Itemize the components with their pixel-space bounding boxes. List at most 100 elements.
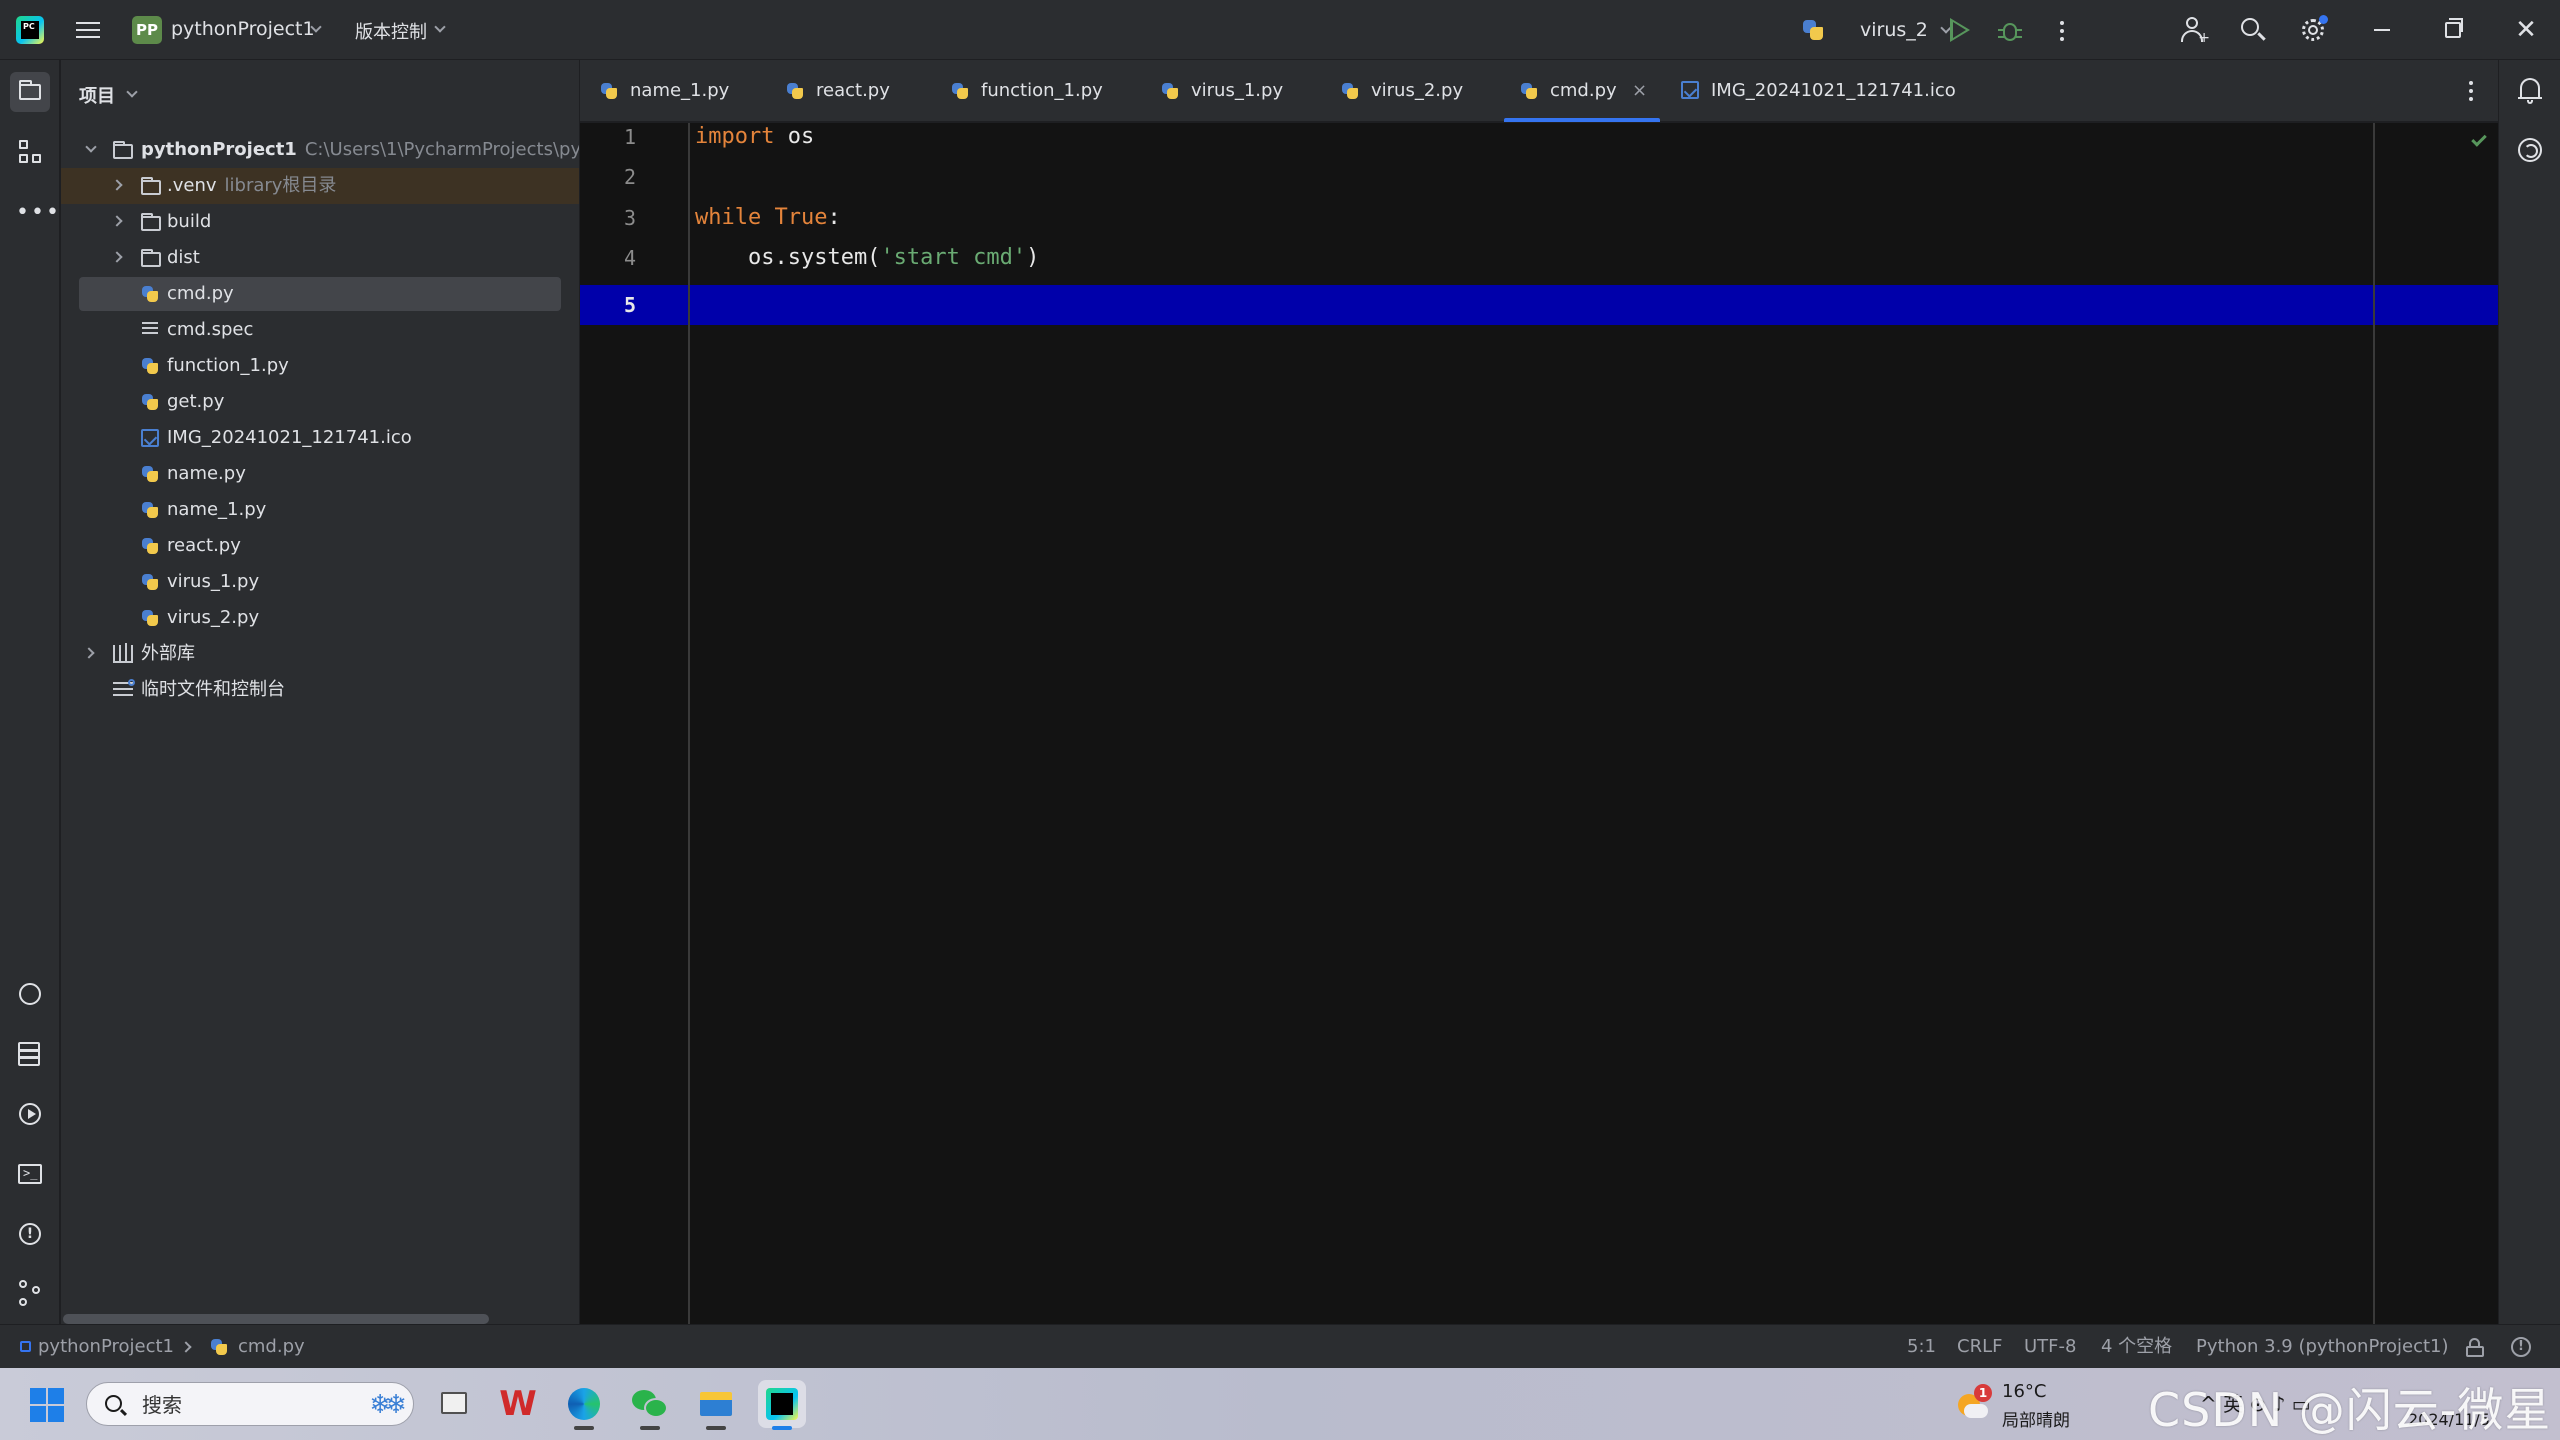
code-line-1[interactable]: import os <box>695 117 814 157</box>
git-tool-button[interactable] <box>10 1274 50 1314</box>
chevron-down-icon[interactable] <box>434 21 446 33</box>
tree-item-label: build <box>167 211 212 232</box>
chevron-down-icon[interactable] <box>126 86 138 98</box>
tree-item-build[interactable]: build <box>61 204 579 240</box>
tab-label: IMG_20241021_121741.ico <box>1711 80 1956 101</box>
problems-tool-button[interactable]: ! <box>10 1214 50 1254</box>
tree-item-img-ico[interactable]: IMG_20241021_121741.ico <box>61 420 579 456</box>
weather-icon[interactable]: 1 <box>1952 1384 1992 1424</box>
weather-temperature[interactable]: 16°C <box>2002 1381 2046 1402</box>
chevron-right-icon[interactable] <box>111 179 123 191</box>
restore-icon[interactable] <box>2445 18 2463 38</box>
search-icon <box>105 1395 122 1412</box>
tree-item-function-1-py[interactable]: function_1.py <box>61 348 579 384</box>
tree-item-external-libraries[interactable]: 外部库 <box>61 636 579 672</box>
module-icon <box>20 1341 31 1352</box>
tab-options-icon[interactable] <box>2468 79 2474 105</box>
chevron-right-icon[interactable] <box>83 647 95 659</box>
tree-item-virus-1-py[interactable]: virus_1.py <box>61 564 579 600</box>
tab-cmd-py[interactable]: cmd.py × <box>1504 60 1660 122</box>
search-icon[interactable] <box>2239 16 2267 44</box>
tree-root-label: pythonProject1 C:\Users\1\PycharmProjects… <box>141 132 579 168</box>
windows-taskbar: 搜索 ❄❄ W 1 16°C 局部晴朗 ^ 英 ⊙ ♪ ▭ 2024/11/5 … <box>0 1368 2560 1440</box>
indent-setting[interactable]: 4 个空格 <box>2101 1325 2172 1369</box>
code-line-3[interactable]: while True: <box>695 198 841 238</box>
no-problems-check-icon[interactable] <box>2471 131 2487 147</box>
weather-badge: 1 <box>1974 1384 1992 1402</box>
caret-position[interactable]: 5:1 <box>1907 1325 1936 1369</box>
task-view-app[interactable] <box>430 1380 478 1428</box>
ai-assistant-icon[interactable] <box>2518 138 2542 162</box>
line-number: 1 <box>623 125 636 149</box>
code-with-me-icon[interactable]: + <box>2180 15 2210 45</box>
windows-start-icon[interactable] <box>30 1388 64 1422</box>
settings-gear-icon[interactable] <box>2298 15 2328 45</box>
chevron-right-icon[interactable] <box>111 251 123 263</box>
layers-tool-button[interactable] <box>10 1034 50 1074</box>
tree-item-name-py[interactable]: name.py <box>61 456 579 492</box>
tab-close-icon[interactable]: × <box>1632 60 1647 122</box>
pycharm-app[interactable] <box>758 1380 806 1430</box>
file-encoding[interactable]: UTF-8 <box>2024 1325 2076 1369</box>
main-menu-icon[interactable] <box>74 17 102 43</box>
csdn-watermark: CSDN @闪云-微星 <box>2148 1383 2552 1437</box>
tree-item-cmd-spec[interactable]: cmd.spec <box>61 312 579 348</box>
tree-item-label: cmd.spec <box>167 319 254 340</box>
tree-item-scratches[interactable]: 临时文件和控制台 <box>61 672 579 708</box>
tree-item-dist[interactable]: dist <box>61 240 579 276</box>
tree-item-get-py[interactable]: get.py <box>61 384 579 420</box>
vcs-menu[interactable]: 版本控制 <box>355 18 427 44</box>
snowflake-icon: ❄❄ <box>369 1390 406 1420</box>
folder-icon <box>141 213 161 231</box>
code-line-4[interactable]: os.system('start cmd') <box>695 238 1039 278</box>
breadcrumb-project[interactable]: pythonProject1 <box>38 1325 174 1369</box>
python-packages-button[interactable] <box>10 974 50 1014</box>
tree-item-label: function_1.py <box>167 355 289 376</box>
python-console-icon <box>19 983 41 1005</box>
python-file-icon <box>141 609 159 627</box>
code-editor[interactable]: 1 2 3 4 5 import os while True: os.syste… <box>580 123 2498 1324</box>
line-separator[interactable]: CRLF <box>1957 1325 2002 1369</box>
panel-title[interactable]: 项目 <box>79 82 115 108</box>
project-tool-button[interactable] <box>10 72 50 112</box>
minimize-icon[interactable] <box>2374 29 2390 31</box>
tab-label: function_1.py <box>981 80 1103 101</box>
wps-app[interactable]: W <box>494 1380 542 1428</box>
python-interpreter[interactable]: Python 3.9 (pythonProject1) <box>2196 1325 2449 1369</box>
run-config-selector[interactable]: virus_2 <box>1802 14 1952 46</box>
taskbar-search-box[interactable]: 搜索 ❄❄ <box>86 1382 414 1426</box>
pycharm-logo-icon[interactable] <box>16 16 44 44</box>
tree-item-name-1-py[interactable]: name_1.py <box>61 492 579 528</box>
wechat-app[interactable] <box>626 1380 674 1430</box>
more-tools-button[interactable]: ••• <box>10 192 59 232</box>
info-icon[interactable]: ! <box>2511 1337 2531 1357</box>
read-only-lock-icon[interactable] <box>2466 1338 2484 1357</box>
weather-description[interactable]: 局部晴朗 <box>2002 1406 2070 1431</box>
notifications-bell-icon[interactable] <box>2518 78 2542 104</box>
tree-item-cmd-py[interactable]: cmd.py <box>61 276 579 312</box>
more-actions-icon[interactable] <box>2059 19 2065 45</box>
horizontal-scrollbar[interactable] <box>63 1314 489 1324</box>
python-file-icon <box>141 537 159 555</box>
structure-tool-button[interactable] <box>10 132 50 172</box>
file-explorer-app[interactable] <box>692 1380 740 1430</box>
run-tool-button[interactable] <box>10 1094 50 1134</box>
run-icon[interactable] <box>1950 18 1970 42</box>
current-line-highlight <box>580 285 2498 325</box>
terminal-icon: >_ <box>18 1164 42 1184</box>
tree-root[interactable]: pythonProject1 C:\Users\1\PycharmProjects… <box>61 132 579 168</box>
project-selector[interactable]: pythonProject1 <box>171 18 315 40</box>
edge-browser-app[interactable] <box>560 1380 608 1430</box>
project-badge[interactable]: PP <box>132 16 162 44</box>
tree-item-label: cmd.py <box>167 283 234 304</box>
close-icon[interactable]: ✕ <box>2512 16 2540 44</box>
python-file-icon <box>141 501 159 519</box>
tree-item-virus-2-py[interactable]: virus_2.py <box>61 600 579 636</box>
chevron-right-icon[interactable] <box>111 215 123 227</box>
breadcrumb-file[interactable]: cmd.py <box>238 1325 305 1369</box>
terminal-tool-button[interactable]: >_ <box>10 1154 50 1194</box>
tree-item-react-py[interactable]: react.py <box>61 528 579 564</box>
chevron-down-icon[interactable] <box>85 141 97 153</box>
tree-item-venv[interactable]: .venv library根目录 <box>61 168 579 204</box>
debug-icon[interactable] <box>1998 17 2022 43</box>
